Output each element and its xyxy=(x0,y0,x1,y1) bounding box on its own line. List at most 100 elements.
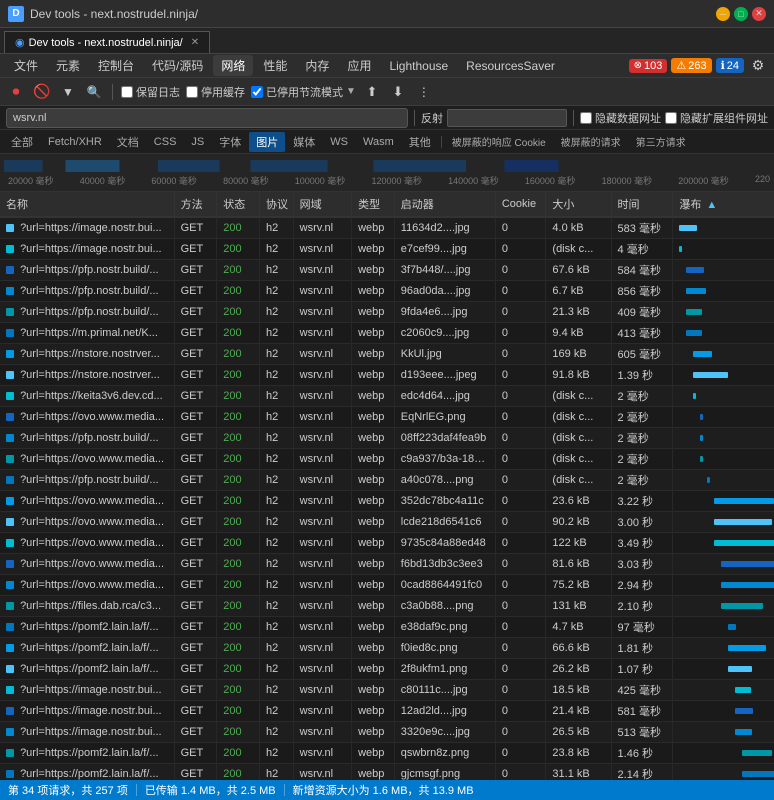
row-indicator xyxy=(6,770,14,778)
table-row[interactable]: ?url=https://ovo.www.media... GET 200 h2… xyxy=(0,491,774,512)
table-row[interactable]: ?url=https://files.dab.rca/c3... GET 200… xyxy=(0,596,774,617)
type-all[interactable]: 全部 xyxy=(4,132,40,152)
table-row[interactable]: ?url=https://image.nostr.bui... GET 200 … xyxy=(0,239,774,260)
disable-cache-label2: 已停用节流模式 xyxy=(266,84,343,100)
header-size[interactable]: 大小 xyxy=(546,192,611,217)
warning-count-badge[interactable]: ⚠ 263 xyxy=(671,58,711,73)
table-row[interactable]: ?url=https://pfp.nostr.build/... GET 200… xyxy=(0,281,774,302)
import-button[interactable]: ⬆ xyxy=(362,82,382,102)
settings-button[interactable]: ⚙ xyxy=(748,56,768,76)
cell-protocol: h2 xyxy=(259,281,293,302)
table-row[interactable]: ?url=https://image.nostr.bui... GET 200 … xyxy=(0,701,774,722)
menu-console[interactable]: 控制台 xyxy=(90,55,142,76)
table-row[interactable]: ?url=https://ovo.www.media... GET 200 h2… xyxy=(0,449,774,470)
table-row[interactable]: ?url=https://nstore.nostrver... GET 200 … xyxy=(0,344,774,365)
type-media[interactable]: 媒体 xyxy=(286,132,322,152)
cell-name: ?url=https://ovo.www.media... xyxy=(0,491,174,512)
table-row[interactable]: ?url=https://ovo.www.media... GET 200 h2… xyxy=(0,512,774,533)
row-name-text: ?url=https://ovo.www.media... xyxy=(20,579,164,591)
close-button[interactable]: ✕ xyxy=(752,7,766,21)
hide-extensions-checkbox[interactable]: 隐藏扩展组件网址 xyxy=(665,110,768,126)
header-waterfall[interactable]: 瀑布 ▲ xyxy=(673,192,774,217)
header-status[interactable]: 状态 xyxy=(217,192,260,217)
header-time[interactable]: 时间 xyxy=(611,192,673,217)
search-button[interactable]: 🔍 xyxy=(84,82,104,102)
clear-button[interactable]: 🚫 xyxy=(32,82,52,102)
type-third-party[interactable]: 第三方请求 xyxy=(629,132,693,151)
cell-protocol: h2 xyxy=(259,365,293,386)
table-row[interactable]: ?url=https://ovo.www.media... GET 200 h2… xyxy=(0,575,774,596)
header-initiator[interactable]: 启动器 xyxy=(394,192,495,217)
header-method[interactable]: 方法 xyxy=(174,192,217,217)
table-row[interactable]: ?url=https://image.nostr.bui... GET 200 … xyxy=(0,680,774,701)
menu-memory[interactable]: 内存 xyxy=(297,55,337,76)
disable-cache-checkbox[interactable]: 停用缓存 xyxy=(186,84,245,100)
filter-toggle-button[interactable]: ▼ xyxy=(58,82,78,102)
header-name[interactable]: 名称 xyxy=(0,192,174,217)
preserve-log-checkbox[interactable]: 保留日志 xyxy=(121,84,180,100)
table-row[interactable]: ?url=https://nstore.nostrver... GET 200 … xyxy=(0,365,774,386)
maximize-button[interactable]: □ xyxy=(734,7,748,21)
tab-close-icon[interactable]: ✕ xyxy=(191,37,199,48)
type-other[interactable]: 其他 xyxy=(402,132,438,152)
preserve-log-input[interactable] xyxy=(121,86,133,98)
table-row[interactable]: ?url=https://pfp.nostr.build/... GET 200… xyxy=(0,302,774,323)
table-row[interactable]: ?url=https://m.primal.net/K... GET 200 h… xyxy=(0,323,774,344)
more-options-button[interactable]: ⋮ xyxy=(414,82,434,102)
minimize-button[interactable]: ─ xyxy=(716,7,730,21)
type-css[interactable]: CSS xyxy=(147,134,184,150)
type-blocked-cookie[interactable]: 被屏蔽的响应 Cookie xyxy=(445,132,553,151)
table-row[interactable]: ?url=https://pfp.nostr.build/... GET 200… xyxy=(0,470,774,491)
type-doc[interactable]: 文档 xyxy=(110,132,146,152)
table-row[interactable]: ?url=https://ovo.www.media... GET 200 h2… xyxy=(0,533,774,554)
hide-data-urls-checkbox[interactable]: 隐藏数据网址 xyxy=(580,110,661,126)
disable-cache-checkbox2[interactable]: 已停用节流模式 ▼ xyxy=(251,84,356,100)
table-row[interactable]: ?url=https://pomf2.lain.la/f/... GET 200… xyxy=(0,659,774,680)
cell-size: 67.6 kB xyxy=(546,260,611,281)
cell-size: 66.6 kB xyxy=(546,638,611,659)
hide-extensions-input[interactable] xyxy=(665,112,677,124)
menu-resources-saver[interactable]: ResourcesSaver xyxy=(458,57,563,75)
header-type[interactable]: 类型 xyxy=(352,192,395,217)
menu-network[interactable]: 网络 xyxy=(213,55,253,76)
menu-application[interactable]: 应用 xyxy=(339,55,379,76)
table-row[interactable]: ?url=https://ovo.www.media... GET 200 h2… xyxy=(0,407,774,428)
table-row[interactable]: ?url=https://image.nostr.bui... GET 200 … xyxy=(0,722,774,743)
table-row[interactable]: ?url=https://pfp.nostr.build/... GET 200… xyxy=(0,428,774,449)
type-wasm[interactable]: Wasm xyxy=(356,134,401,150)
disable-cache-input2[interactable] xyxy=(251,86,263,98)
type-fetch-xhr[interactable]: Fetch/XHR xyxy=(41,134,109,150)
table-row[interactable]: ?url=https://pomf2.lain.la/f/... GET 200… xyxy=(0,764,774,781)
menu-elements[interactable]: 元素 xyxy=(48,55,88,76)
cell-type: webp xyxy=(352,302,395,323)
table-row[interactable]: ?url=https://ovo.www.media... GET 200 h2… xyxy=(0,554,774,575)
table-row[interactable]: ?url=https://pfp.nostr.build/... GET 200… xyxy=(0,260,774,281)
active-browser-tab[interactable]: ◉ Dev tools - next.nostrudel.ninja/ ✕ xyxy=(4,31,210,53)
table-row[interactable]: ?url=https://pomf2.lain.la/f/... GET 200… xyxy=(0,743,774,764)
menu-lighthouse[interactable]: Lighthouse xyxy=(381,57,456,75)
type-ws[interactable]: WS xyxy=(323,134,355,150)
table-row[interactable]: ?url=https://image.nostr.bui... GET 200 … xyxy=(0,217,774,239)
table-row[interactable]: ?url=https://keita3v6.dev.cd... GET 200 … xyxy=(0,386,774,407)
cell-time: 409 毫秒 xyxy=(611,302,673,323)
header-domain[interactable]: 网域 xyxy=(293,192,351,217)
error-count-badge[interactable]: ⊗ 103 xyxy=(629,59,668,73)
header-protocol[interactable]: 协议 xyxy=(259,192,293,217)
menu-performance[interactable]: 性能 xyxy=(255,55,295,76)
type-js[interactable]: JS xyxy=(184,134,211,150)
type-blocked-req[interactable]: 被屏蔽的请求 xyxy=(554,132,628,151)
export-button[interactable]: ⬇ xyxy=(388,82,408,102)
throttle-dropdown-icon[interactable]: ▼ xyxy=(346,86,356,97)
table-row[interactable]: ?url=https://pomf2.lain.la/f/... GET 200… xyxy=(0,638,774,659)
type-img[interactable]: 图片 xyxy=(249,132,285,152)
table-row[interactable]: ?url=https://pomf2.lain.la/f/... GET 200… xyxy=(0,617,774,638)
header-cookie[interactable]: Cookie xyxy=(495,192,546,217)
filter-input[interactable] xyxy=(447,109,567,127)
record-button[interactable]: ⏺ xyxy=(6,82,26,102)
hide-data-urls-input[interactable] xyxy=(580,112,592,124)
menu-sources[interactable]: 代码/源码 xyxy=(144,55,211,76)
info-count-badge[interactable]: ℹ 24 xyxy=(716,58,744,73)
menu-file[interactable]: 文件 xyxy=(6,55,46,76)
disable-cache-input[interactable] xyxy=(186,86,198,98)
type-font[interactable]: 字体 xyxy=(212,132,248,152)
